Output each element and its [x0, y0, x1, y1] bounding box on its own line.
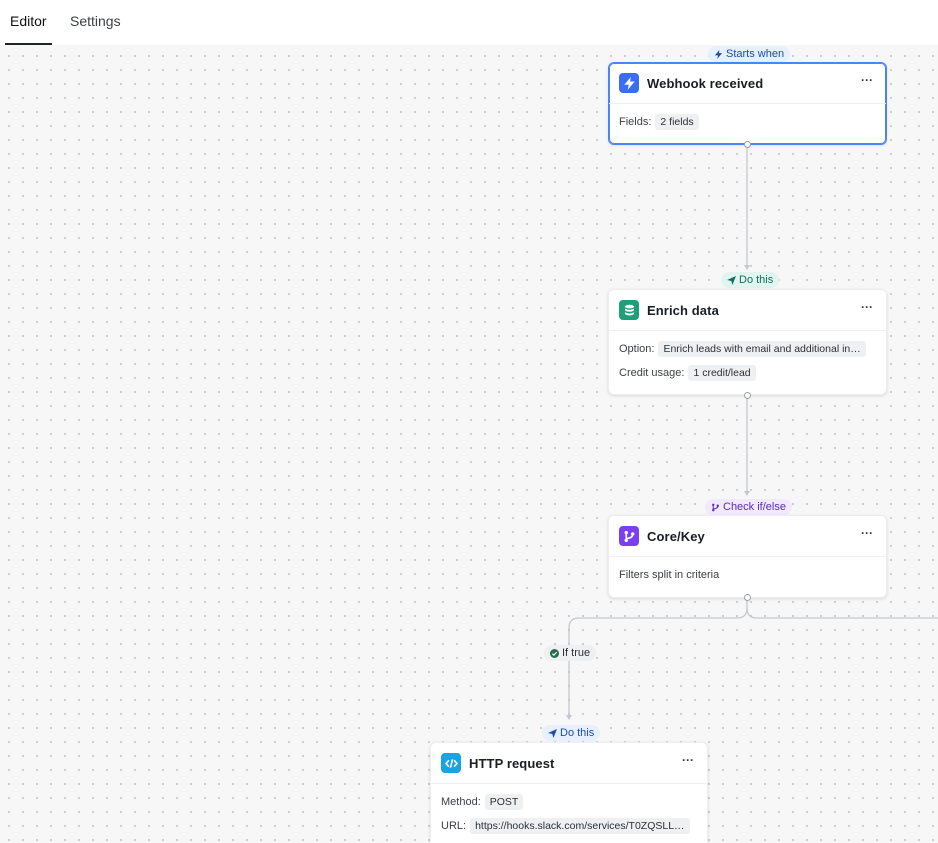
node-header: Webhook received ··· — [609, 63, 886, 104]
option-label: Option: — [619, 343, 655, 355]
node-header: HTTP request ··· — [431, 743, 707, 784]
more-options-button[interactable]: ··· — [860, 301, 874, 316]
output-port[interactable] — [744, 141, 751, 148]
method-value: POST — [484, 794, 524, 810]
node-body: Option: Enrich leads with email and addi… — [609, 331, 886, 391]
send-icon — [727, 275, 736, 285]
node-description: Filters split in criteria — [619, 569, 720, 581]
fields-label: Fields: — [619, 116, 652, 128]
more-options-button[interactable]: ··· — [681, 754, 695, 769]
wire-false-branch — [746, 607, 938, 619]
credit-usage-label: Credit usage: — [619, 367, 685, 379]
database-icon — [619, 300, 639, 320]
more-options-button[interactable]: ··· — [860, 74, 874, 89]
connections — [566, 145, 938, 720]
node-title: Webhook received — [647, 75, 764, 91]
tab-editor[interactable]: Editor — [5, 0, 52, 45]
send-icon — [548, 728, 557, 738]
node-webhook-received[interactable]: Webhook received ··· Fields: 2 fields — [608, 62, 887, 145]
tab-bar: Editor Settings — [0, 0, 938, 45]
node-body: Fields: 2 fields — [609, 104, 886, 140]
node-title: Enrich data — [647, 302, 719, 318]
arrow-head — [744, 265, 750, 270]
node-enrich-data[interactable]: Enrich data ··· Option: Enrich leads wit… — [608, 289, 887, 395]
url-label: URL: — [441, 820, 467, 832]
more-options-button[interactable]: ··· — [860, 527, 874, 542]
node-title: HTTP request — [469, 755, 555, 771]
workflow-canvas[interactable]: Starts when Webhook received ··· Fields:… — [0, 45, 938, 843]
branch-icon — [619, 526, 639, 546]
check-circle-icon — [550, 648, 559, 658]
if-true-label: If true — [544, 645, 597, 661]
wire-true-branch — [568, 598, 748, 717]
branch-icon — [712, 503, 719, 511]
node-title: Core/Key — [647, 528, 705, 544]
arrow-head — [566, 715, 572, 720]
lightning-icon — [714, 49, 723, 59]
do-this-label: Do this — [721, 272, 780, 288]
arrow-head — [744, 491, 750, 496]
node-core-key[interactable]: Core/Key ··· Filters split in criteria — [608, 515, 887, 598]
tab-settings[interactable]: Settings — [65, 0, 126, 45]
node-header: Enrich data ··· — [609, 290, 886, 331]
do-this-label: Do this — [542, 725, 601, 741]
node-http-request[interactable]: HTTP request ··· Method: POST URL: https… — [430, 742, 708, 843]
output-port[interactable] — [744, 594, 751, 601]
credit-usage-value: 1 credit/lead — [688, 365, 756, 381]
node-body: Filters split in criteria — [609, 557, 886, 593]
node-body: Method: POST URL: https://hooks.slack.co… — [431, 784, 707, 843]
node-header: Core/Key ··· — [609, 516, 886, 557]
starts-when-label: Starts when — [708, 46, 791, 62]
lightning-icon — [619, 73, 639, 93]
option-value: Enrich leads with email and additional i… — [658, 341, 866, 357]
code-icon — [441, 753, 461, 773]
fields-value: 2 fields — [655, 114, 699, 130]
check-if-else-label: Check if/else — [705, 499, 792, 515]
url-value: https://hooks.slack.com/services/T0ZQSLL… — [470, 818, 690, 834]
output-port[interactable] — [744, 392, 751, 399]
method-label: Method: — [441, 796, 481, 808]
